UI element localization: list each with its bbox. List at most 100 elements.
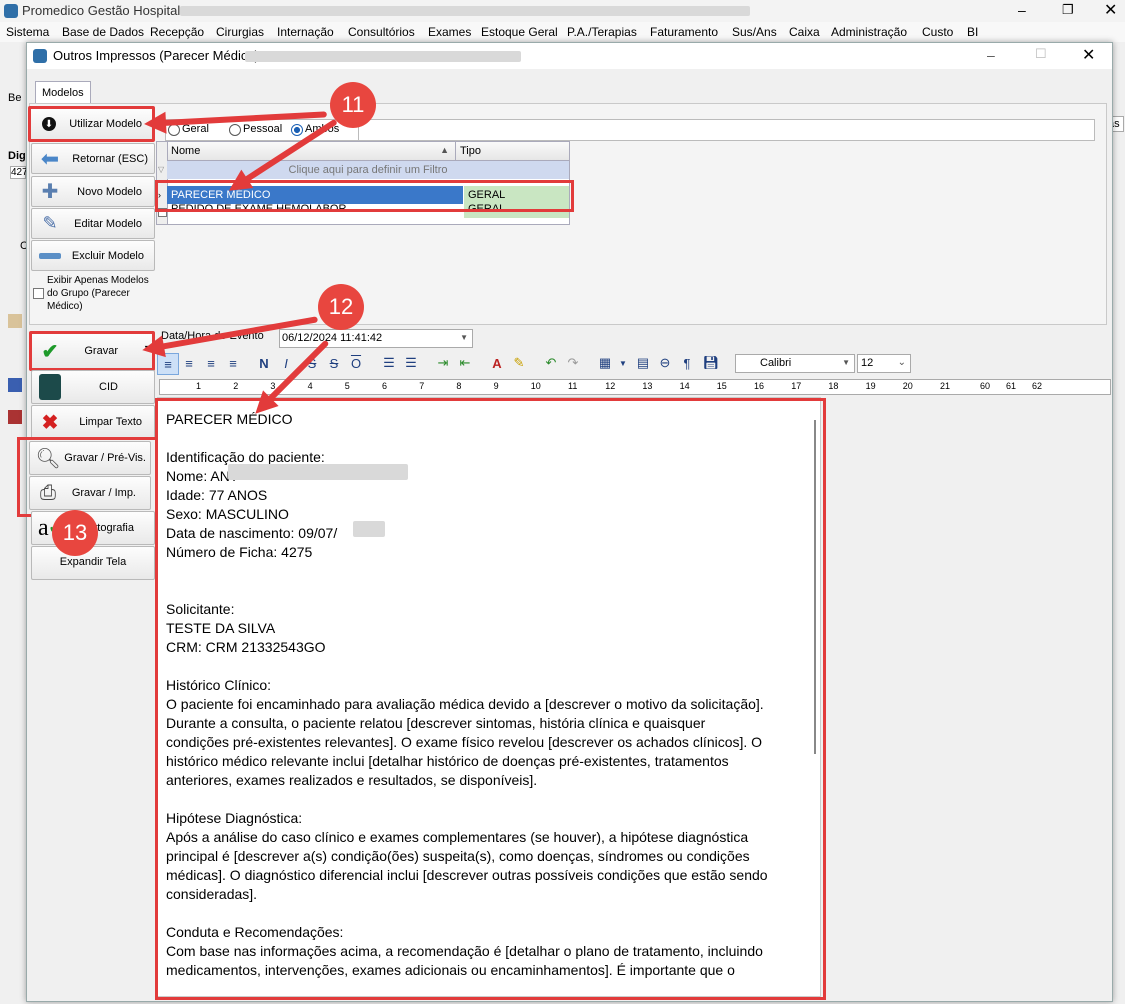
minus-icon xyxy=(38,246,62,266)
ruler-number: 18 xyxy=(828,381,839,391)
dialog-minimize-icon[interactable]: – xyxy=(987,47,995,63)
restore-icon[interactable]: ❐ xyxy=(1062,2,1074,18)
dialog-maximize-icon[interactable]: ☐ xyxy=(1035,46,1047,62)
dialog-close-icon[interactable]: ✕ xyxy=(1082,45,1095,65)
table-icon[interactable]: ▦ xyxy=(595,353,615,373)
event-datetime-value: 06/12/2024 11:41:42 xyxy=(282,332,383,344)
strike2-icon[interactable]: S xyxy=(324,353,344,373)
menu-administracao[interactable]: Administração xyxy=(831,25,907,39)
menu-consultorios[interactable]: Consultórios xyxy=(348,25,415,39)
ruler-number: 16 xyxy=(754,381,765,391)
cid-button[interactable]: CID xyxy=(31,370,155,404)
dropdown-arrow-icon[interactable]: ▼ xyxy=(460,333,468,342)
menu-custo[interactable]: Custo xyxy=(922,25,953,39)
book-icon xyxy=(38,374,62,400)
menu-cirurgias[interactable]: Cirurgias xyxy=(216,25,264,39)
arrow-left-icon: ⬅ xyxy=(40,145,60,171)
bg-icon-2[interactable] xyxy=(8,378,22,392)
check-icon: ✔ xyxy=(41,340,59,363)
menu-internacao[interactable]: Internação xyxy=(277,25,334,39)
bg-icon-3[interactable] xyxy=(8,410,22,424)
bullet-list-icon[interactable]: ☰ xyxy=(401,353,421,373)
menu-bi[interactable]: BI xyxy=(967,25,978,39)
grid-filter-hint: Clique aqui para definir um Filtro xyxy=(288,164,448,176)
delete-model-button[interactable]: Excluir Modelo xyxy=(31,240,155,271)
ruler-number: 60 xyxy=(980,381,991,391)
numbered-list-icon[interactable]: ☰ xyxy=(379,353,399,373)
font-size-select[interactable]: 12 ⌄ xyxy=(857,354,911,373)
magnifier-icon: 🔍︎ xyxy=(35,447,61,470)
edit-model-label: Editar Modelo xyxy=(74,217,142,230)
ruler[interactable]: 1 2 3 4 5 6 7 8 9 10 11 12 13 14 15 16 17 18 19 20 21 60 61 62 xyxy=(159,379,1111,395)
expand-button[interactable]: Expandir Tela xyxy=(31,546,155,580)
outdent-icon[interactable]: ⇤ xyxy=(455,353,475,373)
bg-icon-1[interactable] xyxy=(8,314,22,328)
use-model-button[interactable]: ⬇ Utilizar Modelo xyxy=(28,106,155,142)
menu-estoque[interactable]: Estoque Geral xyxy=(481,25,558,39)
use-model-label: Utilizar Modelo xyxy=(69,118,142,130)
font-dropdown-icon[interactable]: ▼ xyxy=(842,358,850,367)
overline-icon[interactable]: O xyxy=(346,353,366,373)
grid-header-nome[interactable]: Nome ▲ xyxy=(167,142,456,161)
radio-geral[interactable] xyxy=(168,124,180,136)
font-color-icon[interactable]: A xyxy=(487,353,507,373)
menu-sus-ans[interactable]: Sus/Ans xyxy=(732,25,777,39)
clear-text-button[interactable]: ✖ Limpar Texto xyxy=(31,405,155,439)
ruler-number: 5 xyxy=(344,381,350,391)
edit-model-button[interactable]: ✎ Editar Modelo xyxy=(31,208,155,239)
new-model-label: Novo Modelo xyxy=(77,185,142,198)
align-right-icon[interactable]: ≡ xyxy=(201,353,221,373)
event-datetime-input[interactable]: 06/12/2024 11:41:42 ▼ xyxy=(279,329,473,348)
minimize-icon[interactable]: – xyxy=(1018,2,1026,18)
tab-modelos-label: Modelos xyxy=(42,87,84,99)
insert-row-icon[interactable]: ▤ xyxy=(633,353,653,373)
grid-filter-row[interactable]: Clique aqui para definir um Filtro xyxy=(167,161,569,179)
indent-icon[interactable]: ⇥ xyxy=(433,353,453,373)
menu-sistema[interactable]: Sistema xyxy=(6,25,49,39)
grid-header-nome-label: Nome xyxy=(171,145,201,157)
only-group-checkbox[interactable] xyxy=(33,288,44,299)
close-icon[interactable]: ✕ xyxy=(1104,0,1117,20)
save-disk-icon[interactable]: 💾︎ xyxy=(701,353,721,373)
align-center-icon[interactable]: ≡ xyxy=(179,353,199,373)
app-titlebar: Promedico Gestão Hospitalar – ❐ ✕ xyxy=(0,0,1125,23)
tab-modelos[interactable]: Modelos xyxy=(35,81,91,104)
step-11-badge: 11 xyxy=(330,82,376,128)
undo-icon[interactable]: ↶ xyxy=(541,353,561,373)
dialog-title-redacted xyxy=(245,51,521,62)
menu-caixa[interactable]: Caixa xyxy=(789,25,820,39)
new-model-button[interactable]: ✚ Novo Modelo xyxy=(31,176,155,207)
font-name-select[interactable]: Calibri ▼ xyxy=(735,354,855,373)
size-dropdown-icon[interactable]: ⌄ xyxy=(898,357,906,368)
save-print-button[interactable]: ⎙ Gravar / Imp. xyxy=(29,476,151,510)
save-button[interactable]: ✔ Gravar xyxy=(29,331,155,371)
pilcrow-icon[interactable]: ¶ xyxy=(677,353,697,373)
ruler-number: 11 xyxy=(568,381,578,391)
radio-pessoal[interactable] xyxy=(229,124,241,136)
ruler-number: 6 xyxy=(382,381,388,391)
highlight-icon[interactable]: ✎ xyxy=(509,353,529,373)
expand-label: Expandir Tela xyxy=(59,556,127,568)
download-circle-icon: ⬇ xyxy=(37,114,61,134)
table-dropdown-icon[interactable]: ▼ xyxy=(613,353,633,373)
menu-exames[interactable]: Exames xyxy=(428,25,471,39)
menu-faturamento[interactable]: Faturamento xyxy=(650,25,718,39)
only-group-label: Exibir Apenas Modelos do Grupo (Parecer … xyxy=(47,275,149,312)
menu-recepcao[interactable]: Recepção xyxy=(150,25,204,39)
align-justify-icon[interactable]: ≡ xyxy=(223,353,243,373)
radio-ambos[interactable] xyxy=(291,124,303,136)
save-preview-button[interactable]: 🔍︎ Gravar / Pré-Vis. xyxy=(29,441,151,475)
step-13-badge: 13 xyxy=(52,510,98,556)
menu-base-dados[interactable]: Base de Dados xyxy=(62,25,144,39)
bold-icon[interactable]: N xyxy=(254,353,274,373)
redo-icon[interactable]: ↷ xyxy=(563,353,583,373)
symbol-icon[interactable]: ⊖ xyxy=(655,353,675,373)
ruler-number: 61 xyxy=(1006,381,1017,391)
ruler-number: 10 xyxy=(530,381,541,391)
back-button[interactable]: ⬅ Retornar (ESC) xyxy=(31,143,155,174)
grid-header-tipo[interactable]: Tipo xyxy=(456,142,569,161)
cid-label: CID xyxy=(99,381,118,393)
menu-pa-terapias[interactable]: P.A./Terapias xyxy=(567,25,637,39)
delete-model-label: Excluir Modelo xyxy=(71,249,144,262)
bg-tab-be[interactable]: Be xyxy=(8,92,21,104)
